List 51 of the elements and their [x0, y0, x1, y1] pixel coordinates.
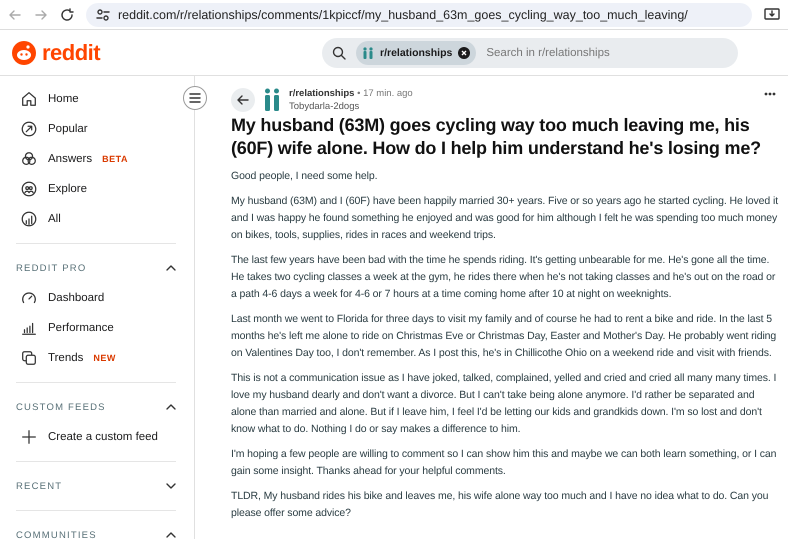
sidebar-item[interactable]: Create a custom feed	[16, 422, 176, 452]
post-time: • 17 min. ago	[357, 88, 413, 99]
post-paragraph: I'm hoping a few people are willing to comment so I can show him this and maybe we can both learn something, or I can gain some insight. Thanks ahead for your helpful comments.	[231, 447, 778, 479]
url-text: reddit.com/r/relationships/comments/1kpiccf/my_husband_63m_goes_cycling_way_too_much_leaving/	[118, 8, 688, 22]
badge-label: BETA	[102, 154, 128, 164]
logo-icon[interactable]	[12, 40, 36, 64]
back-button[interactable]	[231, 88, 255, 112]
address-bar[interactable]: reddit.com/r/relationships/comments/1kpiccf/my_husband_63m_goes_cycling_way_too_much_leaving/	[86, 2, 752, 26]
post-paragraph: This is not a communication issue as I have joked, talked, complained, yelled and cried and cried all many many times. I love my husband dearly and don't want a divorce. But I can't take being alone anymore. I'd rather be separated and alone than married and alone. But if I leave him, I feel I'd be letting our kids and grandkids down. I'm so lost and don't know what to do. Nothing I do or say makes a difference to him.	[231, 371, 778, 437]
post-paragraph: The last few years have been bad with the time he spends riding. It's getting unbearable for me. He's gone all the time. He takes two cycling classes a week at the gym, he rides there when he's not taking classes and he's out on the road or a path 4-6 days a week for 4-6 or 7 hours at a time coming home after 10 at night on weeknights.	[231, 253, 776, 302]
popular-icon	[20, 120, 38, 138]
search-placeholder: Search in r/relationships	[486, 46, 610, 58]
reload-icon[interactable]	[60, 8, 74, 22]
back-icon	[237, 94, 249, 106]
sidebar-item[interactable]: Performance	[16, 313, 176, 343]
post-paragraph: Good people, I need some help.	[231, 169, 378, 184]
people-icon	[362, 46, 374, 58]
section-header[interactable]: CUSTOM FEEDS	[16, 392, 176, 422]
post-paragraph: Last month we went to Florida for three days to visit my family and of course he had to rent a bike and ride. In the last 5 months he's left me alone to ride on Christmas Eve or Christmas Day, Easter and Mother's Day. He probably went riding on Valentines Day too, I don't remember. As I post this, he's in Chillicothe Ohio on a weekend ride and visit with friends.	[231, 312, 778, 361]
post-paragraph: My husband (63M) and I (60F) have been happily married 30+ years. Five or so years ago he started cycling. He loved it and I was happy he found something he enjoyed and was good for him although I felt he was spending too much money on bikes, tools, supplies, rides in races and weekend trips.	[231, 194, 780, 243]
sidebar-item[interactable]: Answers BETA	[16, 144, 176, 174]
search-icon	[332, 46, 346, 60]
section-header[interactable]: RECENT	[16, 471, 176, 501]
install-icon[interactable]	[764, 8, 780, 22]
sidebar-item[interactable]: Popular	[16, 114, 176, 144]
section-header[interactable]: COMMUNITIES	[16, 520, 176, 539]
sidebar-item[interactable]: All	[16, 204, 176, 234]
community-chip[interactable]: r/relationships	[356, 40, 476, 64]
search-field[interactable]: r/relationships Search in r/relationships	[322, 38, 738, 68]
all-icon	[20, 210, 38, 228]
sidebar-item[interactable]: Explore	[16, 174, 176, 204]
home-icon	[20, 90, 38, 108]
trends-icon	[20, 349, 38, 367]
sidebar-item[interactable]: Home	[16, 84, 176, 114]
subreddit-link[interactable]: r/relationships	[289, 88, 354, 99]
menu-button[interactable]	[183, 86, 207, 110]
section-header[interactable]: REDDIT PRO	[16, 253, 176, 283]
badge-label: NEW	[93, 353, 116, 363]
clear-icon[interactable]	[458, 46, 470, 58]
sidebar-item[interactable]: Dashboard	[16, 283, 176, 313]
sidebar-item[interactable]: Trends NEW	[16, 343, 176, 373]
site-settings-icon[interactable]	[96, 8, 110, 22]
community-icon[interactable]	[263, 88, 281, 112]
author-name[interactable]: Tobydarla-2dogs	[289, 101, 413, 112]
post-paragraph: TLDR, My husband rides his bike and leaves me, his wife alone way too much and I have no idea what to do. Can you please offer some advice?	[231, 489, 770, 521]
more-icon[interactable]	[764, 92, 776, 96]
explore-icon	[20, 180, 38, 198]
post-title: My husband (63M) goes cycling way too much leaving me, his (60F) wife alone. How do I help him understand he's losing me?	[231, 114, 762, 160]
answers-icon	[20, 150, 38, 168]
menu-icon	[189, 93, 201, 103]
plus-icon	[20, 428, 38, 446]
